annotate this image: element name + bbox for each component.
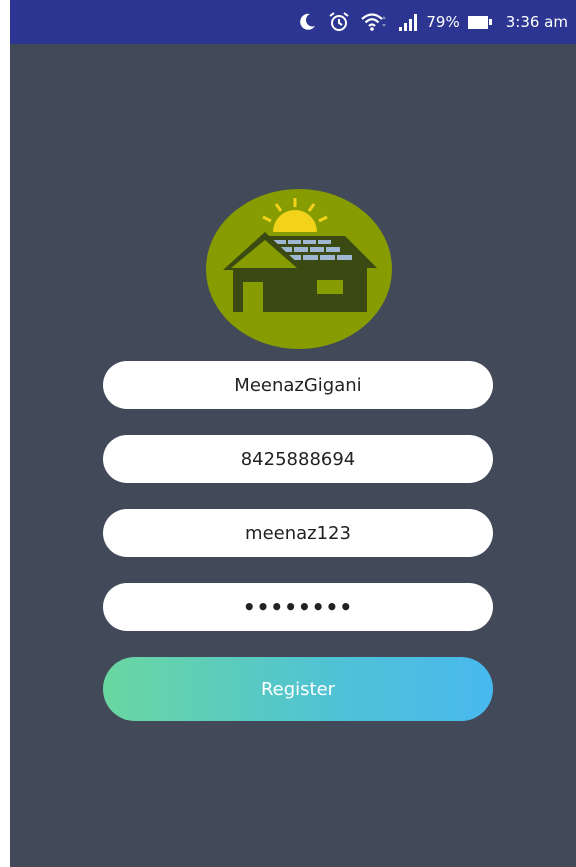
password-field[interactable]: ••••••••: [103, 583, 493, 631]
phone-field[interactable]: 8425888694: [103, 435, 493, 483]
register-button[interactable]: Register: [103, 657, 493, 721]
username-field[interactable]: meenaz123: [103, 509, 493, 557]
name-field[interactable]: MeenazGigani: [103, 361, 493, 409]
solar-house-logo: [206, 189, 392, 349]
moon-icon: [297, 12, 317, 32]
clock: 3:36 am: [505, 13, 568, 31]
app-screen: 79% 3:36 am MeenazGigani 8425888694 meen…: [10, 0, 576, 867]
signal-icon: [398, 13, 420, 31]
status-bar: 79% 3:36 am: [10, 0, 576, 44]
battery-icon: [467, 15, 492, 29]
wifi-icon: [361, 12, 387, 32]
alarm-icon: [328, 11, 350, 33]
battery-percent: 79%: [426, 13, 460, 31]
